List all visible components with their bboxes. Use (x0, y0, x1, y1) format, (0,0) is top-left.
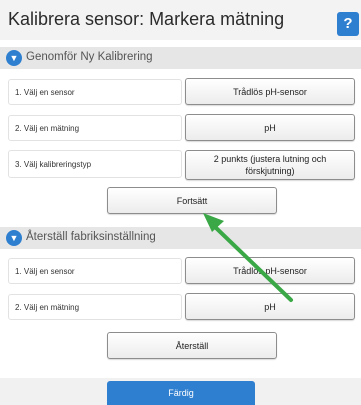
arrow-shaft (211, 223, 293, 302)
annotation-arrow-icon (203, 213, 293, 302)
arrow-head (203, 213, 224, 232)
